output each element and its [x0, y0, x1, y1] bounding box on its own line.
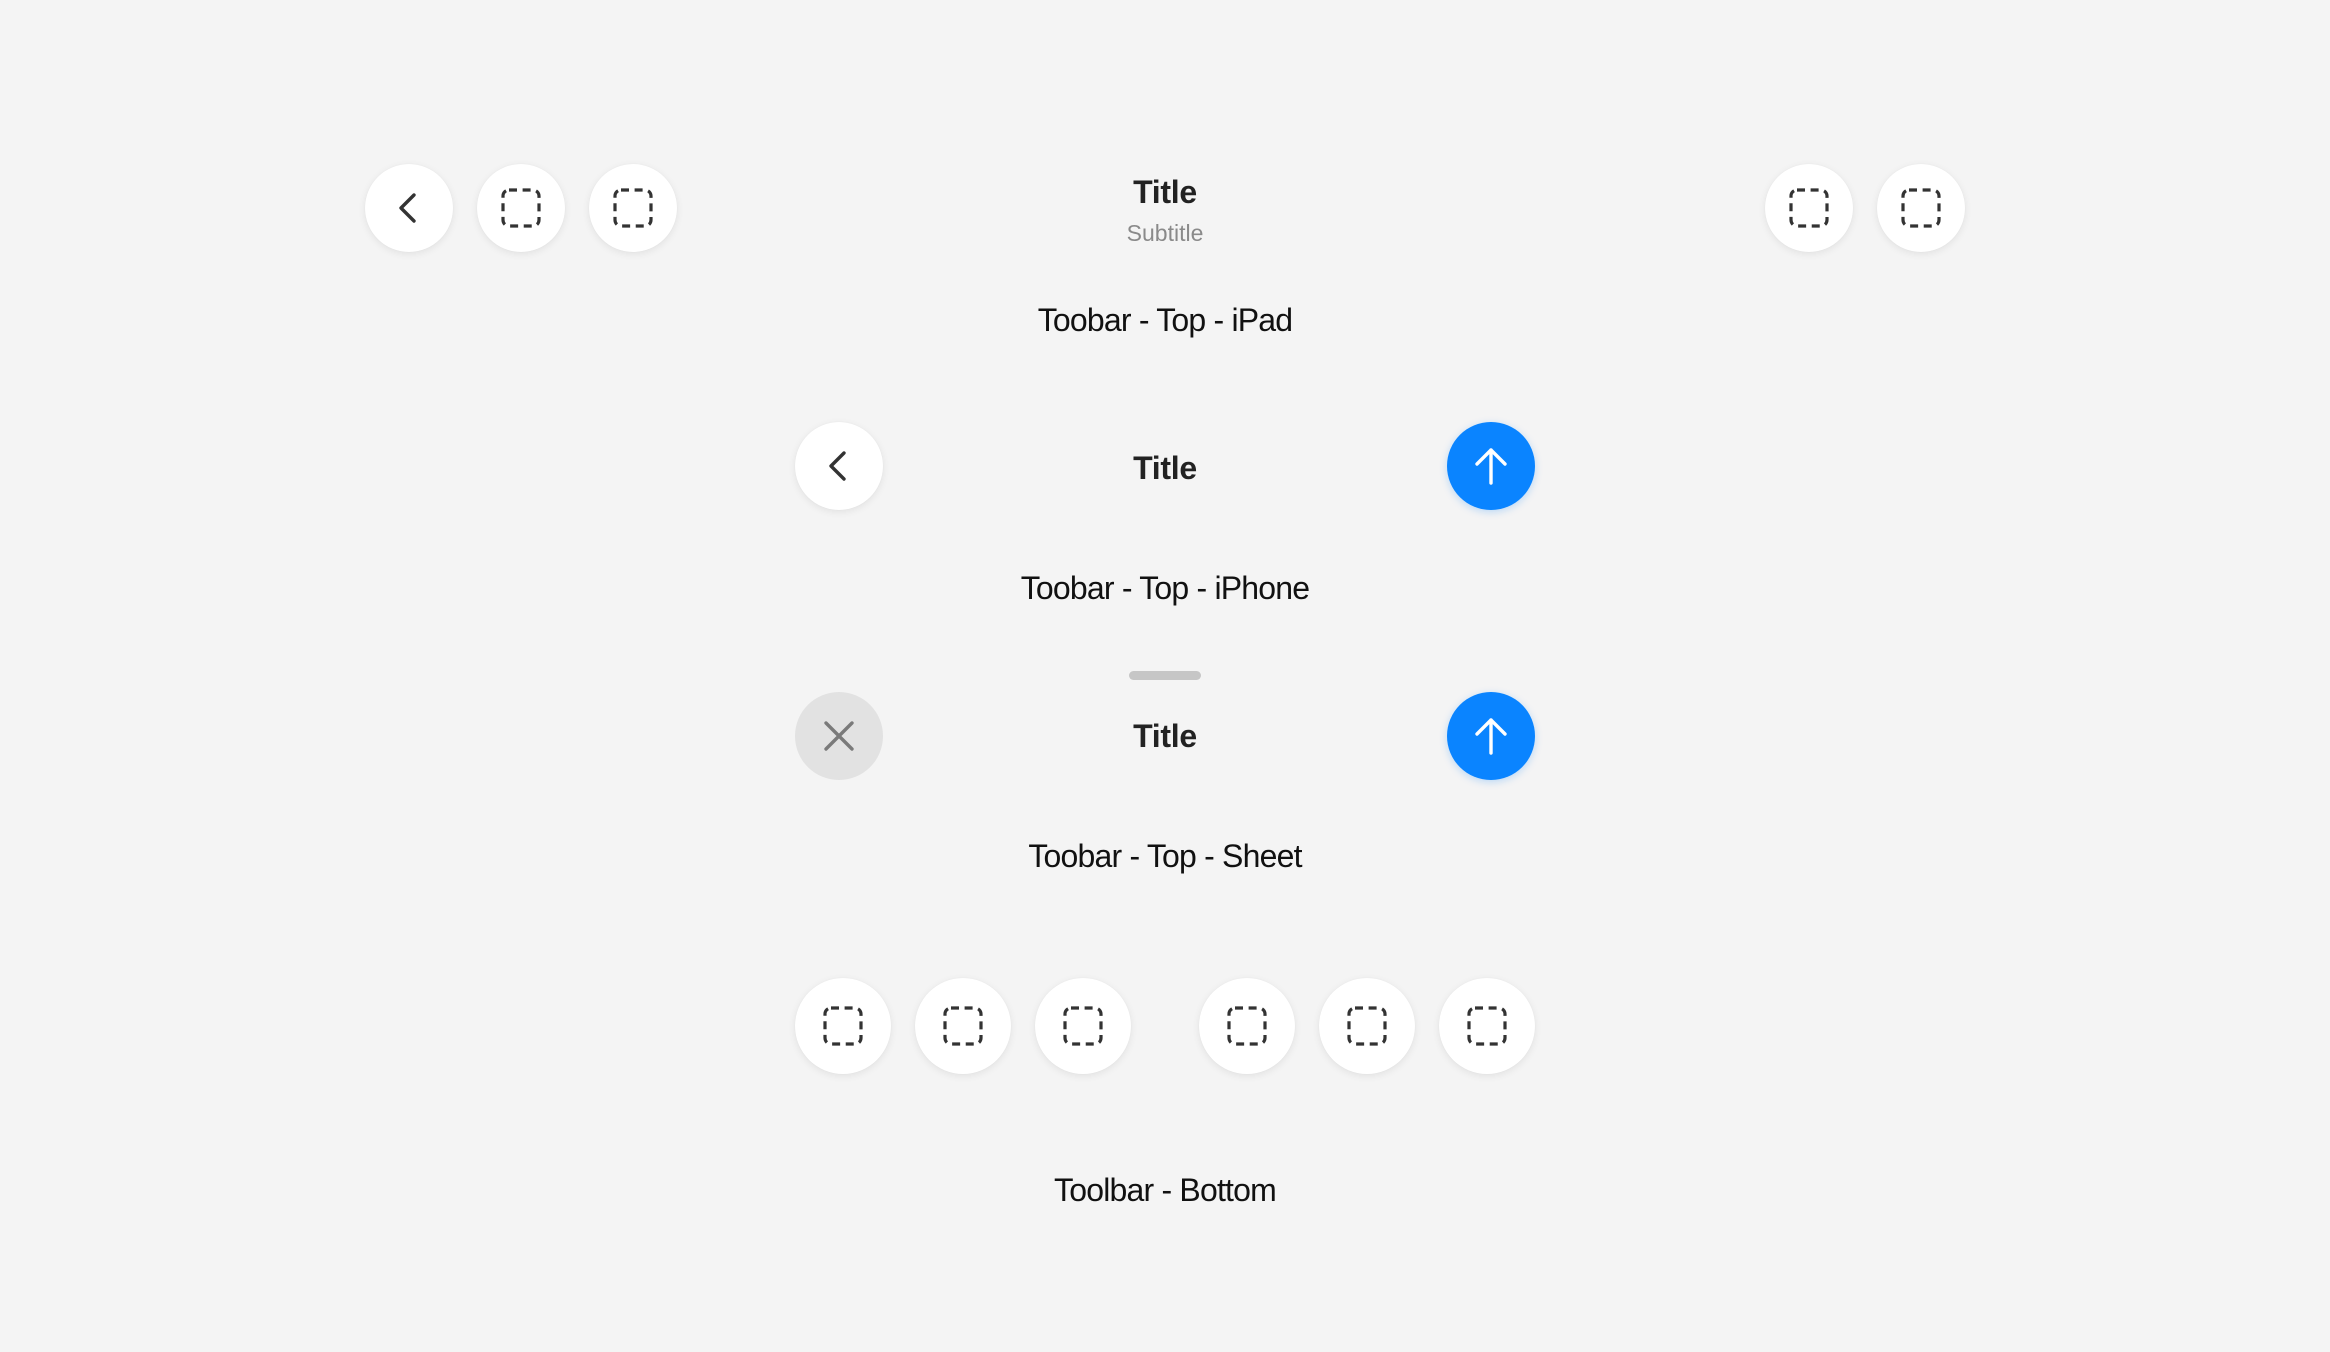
dashed-square-icon — [1227, 1006, 1267, 1046]
send-button[interactable] — [1447, 422, 1535, 510]
ipad-toolbar-caption: Toobar - Top - iPad — [1037, 302, 1293, 338]
bottom-toolbar-button-6[interactable] — [1439, 978, 1535, 1074]
dashed-square-icon — [823, 1006, 863, 1046]
arrow-up-icon — [1475, 448, 1507, 485]
toolbar-item-button-1[interactable] — [477, 164, 565, 252]
bottom-toolbar-caption: Toolbar - Bottom — [1054, 1172, 1277, 1208]
bottom-toolbar-button-2[interactable] — [915, 978, 1011, 1074]
arrow-up-icon — [1475, 718, 1507, 755]
bottom-toolbar-button-4[interactable] — [1199, 978, 1295, 1074]
back-button[interactable] — [795, 422, 883, 510]
sheet-grabber[interactable] — [1129, 671, 1201, 680]
toolbar-item-button-4[interactable] — [1877, 164, 1965, 252]
sheet-toolbar: Title Toobar - Top - Sheet — [0, 660, 2330, 900]
toolbar-item-button-3[interactable] — [1765, 164, 1853, 252]
bottom-toolbar-button-5[interactable] — [1319, 978, 1415, 1074]
toolbar-item-button-2[interactable] — [589, 164, 677, 252]
back-button[interactable] — [365, 164, 453, 252]
sheet-toolbar-caption: Toobar - Top - Sheet — [1028, 838, 1302, 874]
dashed-square-icon — [1901, 188, 1941, 228]
iphone-toolbar-title: Title — [1133, 450, 1197, 486]
sheet-toolbar-title: Title — [1133, 718, 1197, 754]
close-button[interactable] — [795, 692, 883, 780]
dashed-square-icon — [1347, 1006, 1387, 1046]
send-button[interactable] — [1447, 692, 1535, 780]
bottom-toolbar-button-3[interactable] — [1035, 978, 1131, 1074]
bottom-toolbar-button-1[interactable] — [795, 978, 891, 1074]
dashed-square-icon — [1467, 1006, 1507, 1046]
dashed-square-icon — [943, 1006, 983, 1046]
close-icon — [824, 721, 854, 751]
ipad-toolbar-subtitle: Subtitle — [1126, 220, 1204, 246]
bottom-toolbar: Toolbar - Bottom — [0, 960, 2330, 1220]
dashed-square-icon — [613, 188, 653, 228]
ipad-toolbar: Title Subtitle Toobar - Top - iPad — [0, 0, 2330, 360]
ipad-toolbar-title: Title — [1133, 174, 1197, 210]
dashed-square-icon — [501, 188, 541, 228]
dashed-square-icon — [1063, 1006, 1103, 1046]
iphone-toolbar-caption: Toobar - Top - iPhone — [1020, 570, 1310, 606]
chevron-left-icon — [399, 193, 416, 223]
iphone-toolbar: Title Toobar - Top - iPhone — [0, 400, 2330, 620]
chevron-left-icon — [829, 451, 846, 481]
dashed-square-icon — [1789, 188, 1829, 228]
